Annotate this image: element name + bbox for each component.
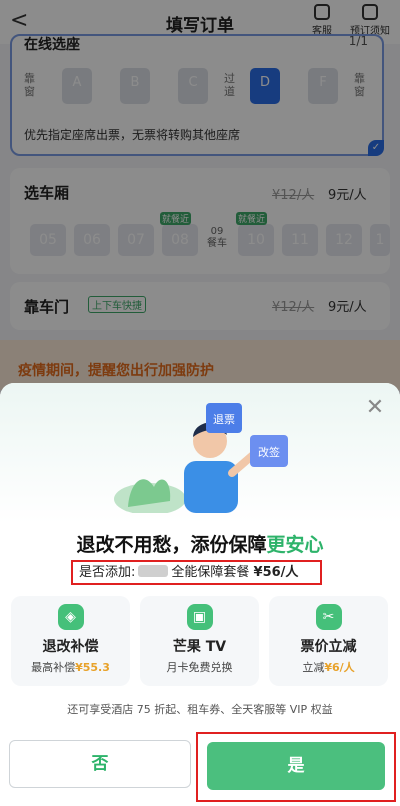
shield-icon: ◈ <box>57 604 84 630</box>
benefit-refund-compensation: ◈ 退改补偿 最高补偿¥55.3 <box>11 596 130 686</box>
refund-badge: 退票 <box>206 403 242 433</box>
blurred-text <box>138 565 169 577</box>
mango-tv-icon: ▣ <box>186 604 213 630</box>
benefit-title: 芒果 TV <box>172 639 227 655</box>
close-icon[interactable]: ✕ <box>364 397 386 419</box>
benefit-mango-tv: ▣ 芒果 TV 月卡免费兑换 <box>140 596 259 686</box>
vip-benefits-note: 还可享受酒店 75 折起、租车券、全天客服等 VIP 权益 <box>67 703 333 716</box>
sheet-headline: 退改不用愁，添份保障更安心 <box>0 530 400 557</box>
addon-package-line: 是否添加: 全能保障套餐 ¥56/人 <box>71 560 322 585</box>
refund-badge-label: 退票 <box>213 413 235 426</box>
benefit-title: 票价立减 <box>300 639 357 655</box>
addon-price: ¥56/人 <box>253 565 299 580</box>
benefit-subtitle: 月卡免费兑换 <box>166 661 233 674</box>
ticket-icon: ✂ <box>315 604 342 630</box>
accept-button[interactable]: 是 <box>207 742 385 790</box>
person-illustration: 退票 改签 <box>114 403 288 513</box>
decline-button[interactable]: 否 <box>9 740 191 788</box>
benefit-subtitle: 立减¥6/人 <box>302 661 355 674</box>
benefit-fare-discount: ✂ 票价立减 立减¥6/人 <box>269 596 388 686</box>
headline-main: 退改不用愁，添份保障 <box>76 534 267 556</box>
benefit-subtitle: 最高补偿¥55.3 <box>31 661 110 674</box>
benefits-grid: ◈ 退改补偿 最高补偿¥55.3 ▣ 芒果 TV 月卡免费兑换 ✂ 票价立减 立… <box>11 596 389 686</box>
highlight-frame: 是 <box>196 732 396 802</box>
benefit-title: 退改补偿 <box>42 639 99 655</box>
change-badge: 改签 <box>250 435 288 467</box>
insurance-upsell-sheet: ✕ 退票 改签 退改不用愁，添份保障更安心 是否添加: 全能保障套餐 ¥56/人 … <box>0 383 400 806</box>
change-badge-label: 改签 <box>258 445 280 459</box>
addon-prefix: 是否添加: <box>79 565 136 580</box>
addon-package-name: 全能保障套餐 <box>171 565 250 580</box>
headline-green: 更安心 <box>266 534 324 556</box>
